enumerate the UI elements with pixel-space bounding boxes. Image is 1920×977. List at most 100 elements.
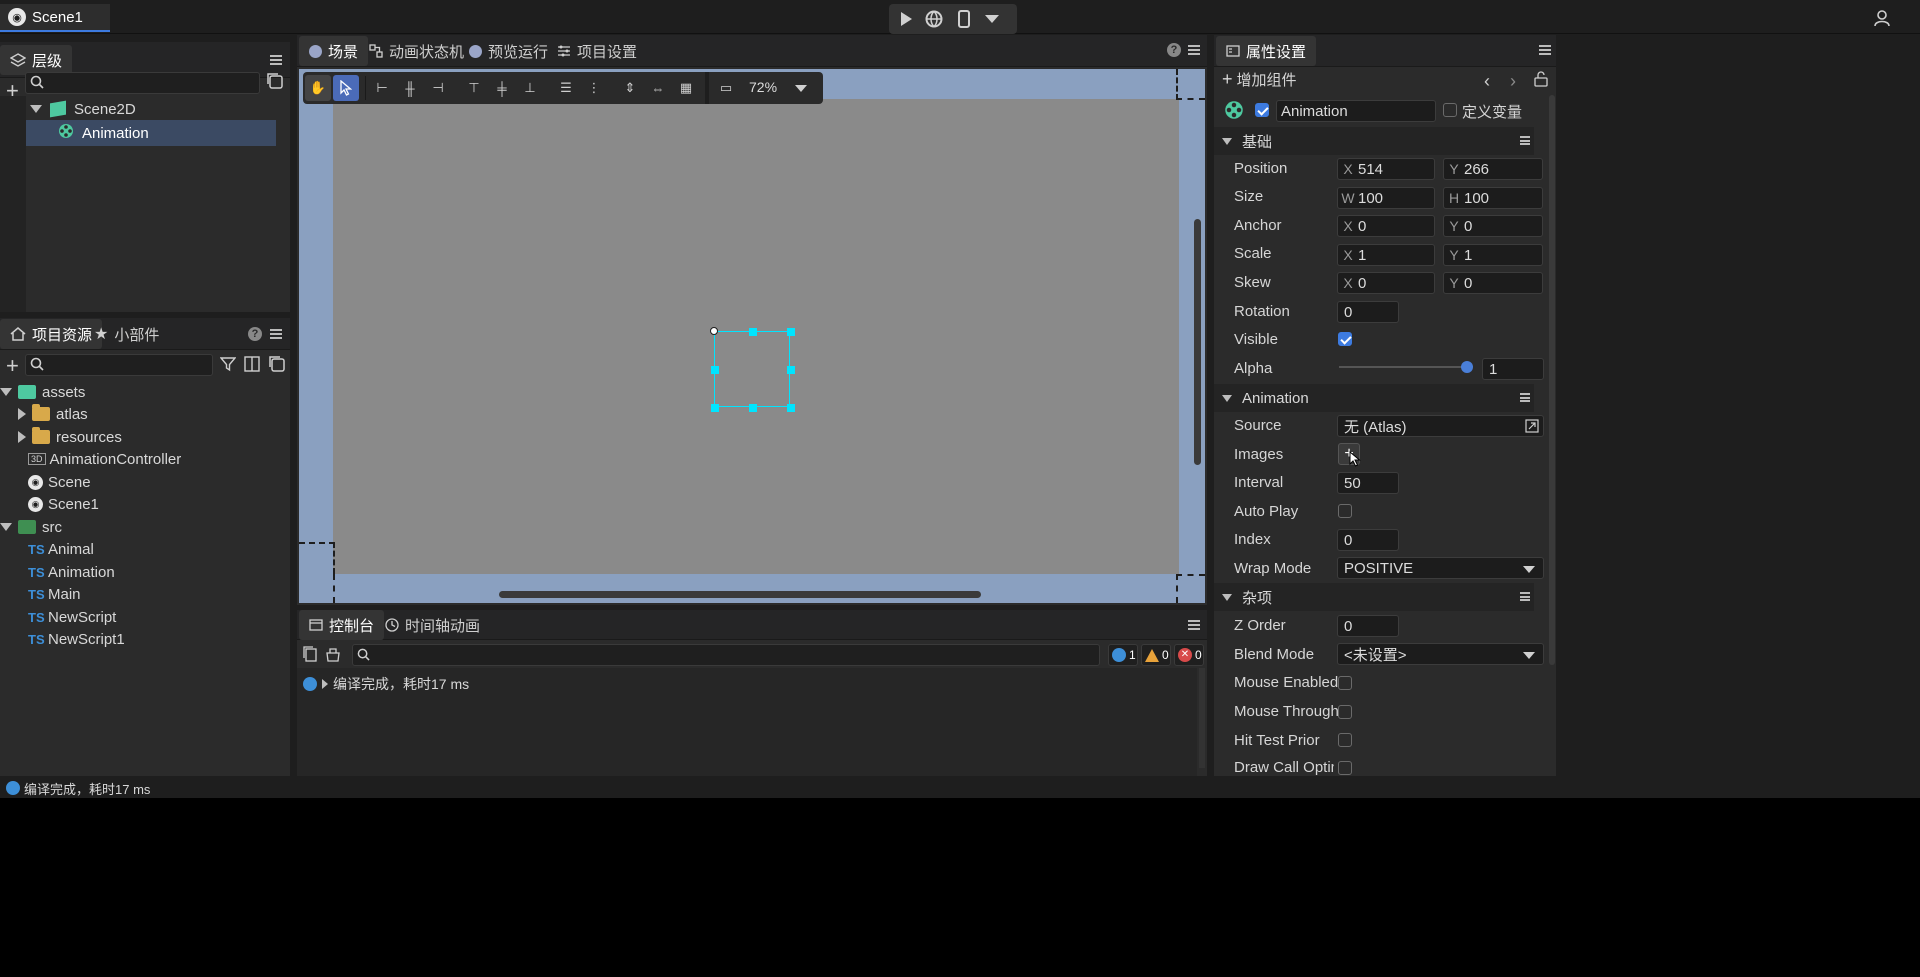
interval-field[interactable]: 50 <box>1337 472 1399 494</box>
split-view-icon[interactable] <box>244 356 260 375</box>
inspector-menu-icon[interactable] <box>1539 45 1551 55</box>
add-component-button[interactable]: + 增加组件 <box>1222 69 1297 90</box>
tab-timeline[interactable]: 时间轴动画 <box>375 610 490 640</box>
scale-x-field[interactable]: X1 <box>1337 244 1435 266</box>
tree-row-main[interactable]: TS Main <box>0 582 276 606</box>
tree-row-assets[interactable]: assets <box>0 380 276 404</box>
zorder-field[interactable]: 0 <box>1337 615 1399 637</box>
tab-project-settings[interactable]: 项目设置 <box>547 36 647 66</box>
nav-back-chevron-icon[interactable]: ‹ <box>1484 71 1490 92</box>
warn-count-badge[interactable]: 0 <box>1141 644 1171 666</box>
console-scrollbar[interactable] <box>1199 668 1205 768</box>
align-middle-v-icon[interactable]: ╪ <box>489 75 515 101</box>
assets-add-icon[interactable]: + <box>6 353 19 379</box>
hand-tool-icon[interactable]: ✋ <box>305 75 331 101</box>
source-field[interactable]: 无 (Atlas) <box>1337 415 1544 437</box>
expand-chevron-right-icon[interactable] <box>322 679 328 689</box>
tree-row-newscript[interactable]: TS NewScript <box>0 605 276 629</box>
section-menu-icon[interactable] <box>1520 136 1530 145</box>
anchor-y-field[interactable]: Y0 <box>1443 215 1543 237</box>
error-count-badge[interactable]: ✕ 0 <box>1174 644 1204 666</box>
section-animation-header[interactable]: Animation <box>1214 384 1534 412</box>
zoom-level[interactable]: 72% <box>749 79 777 95</box>
assets-menu-icon[interactable] <box>270 329 282 339</box>
mobile-preview-icon[interactable] <box>955 10 973 28</box>
scene-viewport[interactable]: ✋ ⊢ ╫ ⊣ ⊤ ╪ ⊥ ☰ ⋮ ⇕ ⇔ ▦ ▭ 72% <box>299 69 1205 603</box>
inspector-scrollbar[interactable] <box>1549 95 1555 665</box>
tree-row-scene[interactable]: ◉ Scene <box>0 470 276 494</box>
web-preview-icon[interactable] <box>925 10 943 28</box>
visible-checkbox[interactable] <box>1338 332 1352 346</box>
section-menu-icon[interactable] <box>1520 592 1530 601</box>
selection-handle[interactable] <box>787 366 795 374</box>
zoom-chevron-down-icon[interactable] <box>795 85 807 92</box>
distribute-v-icon[interactable]: ☰ <box>553 75 579 101</box>
alpha-field[interactable]: 1 <box>1482 358 1544 380</box>
horizontal-scrollbar[interactable] <box>499 591 981 598</box>
position-x-field[interactable]: X 514 <box>1337 158 1435 180</box>
tree-row-src[interactable]: src <box>0 515 276 539</box>
vertical-scrollbar[interactable] <box>1194 219 1201 465</box>
chevron-down-icon[interactable] <box>30 105 42 113</box>
align-bottom-icon[interactable]: ⊥ <box>517 75 543 101</box>
distribute-h-icon[interactable]: ⋮ <box>581 75 607 101</box>
align-right-icon[interactable]: ⊣ <box>425 75 451 101</box>
scale-y-field[interactable]: Y1 <box>1443 244 1543 266</box>
blendmode-select[interactable]: <未设置> <box>1337 643 1544 665</box>
help-icon[interactable]: ? <box>248 327 262 341</box>
skew-y-field[interactable]: Y0 <box>1443 272 1543 294</box>
alpha-slider-track[interactable] <box>1339 366 1467 368</box>
log-entry[interactable]: 编译完成，耗时17 ms <box>303 674 469 694</box>
alpha-slider-thumb[interactable] <box>1461 361 1473 373</box>
console-search-input[interactable] <box>352 644 1100 666</box>
section-misc-header[interactable]: 杂项 <box>1214 583 1534 611</box>
autoplay-checkbox[interactable] <box>1338 504 1352 518</box>
tree-row-animationcontroller[interactable]: 3D AnimationController <box>0 447 276 471</box>
nav-forward-chevron-icon[interactable]: › <box>1510 71 1516 92</box>
tab-properties[interactable]: 属性设置 <box>1216 36 1317 66</box>
skew-x-field[interactable]: X0 <box>1337 272 1435 294</box>
run-options-chevron-down-icon[interactable] <box>985 15 999 23</box>
tab-animation-state-machine[interactable]: 动画状态机 <box>359 36 474 66</box>
node-active-checkbox[interactable] <box>1255 103 1269 117</box>
section-menu-icon[interactable] <box>1520 393 1530 402</box>
position-y-field[interactable]: Y 266 <box>1443 158 1543 180</box>
hierarchy-copy-icon[interactable] <box>266 72 284 93</box>
tab-scene[interactable]: 场景 <box>299 36 369 66</box>
hit-test-prior-checkbox[interactable] <box>1338 733 1352 747</box>
scene-menu-icon[interactable] <box>1188 45 1200 55</box>
assets-search-input[interactable] <box>25 354 213 376</box>
hierarchy-menu-icon[interactable] <box>270 55 282 65</box>
selection-handle[interactable] <box>787 404 795 412</box>
tab-hierarchy[interactable]: 层级 <box>0 45 73 75</box>
align-center-h-icon[interactable]: ╫ <box>397 75 423 101</box>
select-tool-icon[interactable] <box>333 75 359 101</box>
tree-row-scene2d[interactable]: Scene2D <box>0 96 276 122</box>
tree-row-scene1[interactable]: ◉ Scene1 <box>0 492 276 516</box>
screen-adapt-icon[interactable]: ▭ <box>713 75 739 101</box>
tree-row-animation[interactable]: Animation <box>0 120 276 146</box>
assets-copy-icon[interactable] <box>268 355 286 376</box>
selection-handle[interactable] <box>711 366 719 374</box>
fit-width-icon[interactable]: ⇔ <box>645 75 671 101</box>
info-count-badge[interactable]: 1 <box>1108 644 1138 666</box>
selection-handle[interactable] <box>749 328 757 336</box>
tab-widgets[interactable]: ★ 小部件 <box>84 319 169 349</box>
tree-row-newscript1[interactable]: TS NewScript1 <box>0 627 276 651</box>
anchor-x-field[interactable]: X0 <box>1337 215 1435 237</box>
selection-handle[interactable] <box>787 328 795 336</box>
define-var-checkbox[interactable] <box>1443 103 1457 117</box>
wrapmode-select[interactable]: POSITIVE <box>1337 557 1544 579</box>
fit-height-icon[interactable]: ⇕ <box>617 75 643 101</box>
selection-handle[interactable] <box>749 404 757 412</box>
user-icon[interactable] <box>1872 8 1892 28</box>
tree-row-animation-script[interactable]: TS Animation <box>0 560 276 584</box>
tab-preview-run[interactable]: 预览运行 <box>459 36 558 66</box>
scene-tab[interactable]: ◉ Scene1 <box>0 4 110 32</box>
node-name-input[interactable]: Animation <box>1276 100 1436 122</box>
size-h-field[interactable]: H 100 <box>1443 187 1543 209</box>
help-icon[interactable]: ? <box>1167 43 1181 57</box>
rotation-field[interactable]: 0 <box>1337 301 1399 323</box>
tab-console[interactable]: 控制台 <box>299 610 385 640</box>
pivot-point[interactable] <box>710 327 718 335</box>
